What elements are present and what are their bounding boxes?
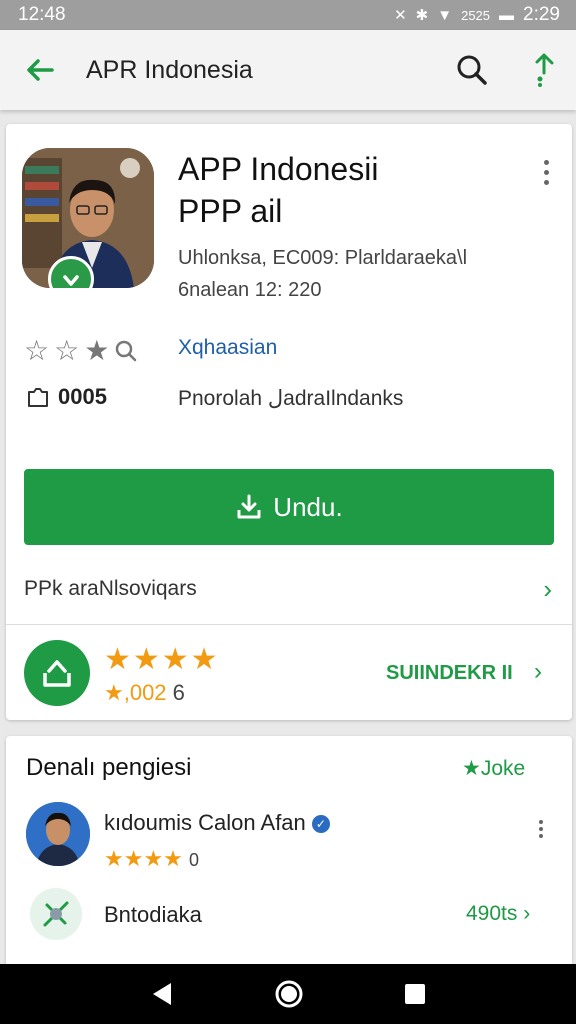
status-time-right: 2:29 (523, 4, 560, 25)
more-info-row[interactable]: PPk araNlsoviqars › (6, 554, 572, 624)
search-small-icon (116, 340, 137, 361)
promo-stars: ★★★★ (104, 643, 220, 676)
battery-icon: ▬ (499, 6, 515, 24)
app-meta-line2: 6nalean 12: 220 (178, 279, 322, 301)
reviewer-name: kıdoumis Calon Afan ✓ (104, 810, 330, 836)
chevron-right-icon[interactable]: › (534, 658, 542, 686)
app-meta-line1: Uhlonksa, EC009: Plarldaraeka\l (178, 247, 468, 269)
list-item-value[interactable]: 490ts › (466, 902, 530, 926)
review-more-button[interactable] (536, 820, 546, 846)
share-button[interactable] (524, 50, 564, 90)
promo-count-suffix: 6 (172, 680, 185, 705)
chevron-right-icon: › (543, 574, 552, 604)
signal-label: 2525 (461, 7, 491, 23)
reviewer-name-text: kıdoumis Calon Afan (104, 810, 306, 835)
category-link[interactable]: Xqhaasian (178, 336, 277, 360)
review-rating-count: 0 (189, 850, 200, 870)
storage-icon (28, 388, 48, 407)
verified-icon: ✓ (311, 815, 330, 834)
nav-recents-icon[interactable] (403, 982, 427, 1006)
more-vert-icon (543, 159, 549, 165)
app-title-line2: PPP ail (178, 193, 283, 229)
promo-row: ★★★★ ★,002 6 SUIINDEKR II › (6, 626, 572, 720)
app-icon (22, 148, 154, 288)
star-outline-icon: ☆ (54, 335, 80, 366)
rating-row: ☆ ☆ ★ (24, 334, 138, 367)
review-item[interactable]: kıdoumis Calon Afan ✓ ★★★★ 0 (26, 802, 566, 872)
system-nav-bar (0, 964, 576, 1024)
promo-count-value: ★,002 (104, 680, 167, 705)
size-value: 0005 (58, 384, 107, 409)
search-button[interactable] (452, 50, 492, 90)
chevron-right-icon: › (523, 902, 531, 925)
app-bar: APR Indonesia (0, 30, 576, 110)
more-vert-dot (543, 179, 549, 185)
list-item[interactable]: Bntodiaka 490ts › (26, 886, 566, 940)
promo-app-icon (24, 640, 90, 706)
status-bar: 12:48 ✕ ✱ ▼ 2525 ▬ 2:29 (0, 0, 576, 30)
search-icon (457, 55, 487, 85)
developer-text: Pnorolah لadraIlndanks (178, 387, 404, 410)
more-vert-dot (539, 827, 543, 831)
wifi-icon: ▼ (437, 6, 453, 24)
review-stars: ★★★★ (104, 846, 183, 871)
nav-home-icon[interactable] (274, 979, 304, 1009)
list-item-value-text: 490ts (466, 902, 518, 925)
reviews-header: Denalı pengiesi (26, 754, 192, 781)
install-button[interactable]: Undu. (24, 469, 554, 545)
reviews-card: Denalı pengiesi ★Joke kıdoumis Calon Afa… (6, 736, 572, 976)
size-row: 0005 (26, 384, 107, 410)
star-outline-icon: ★ (84, 335, 110, 366)
divider (6, 624, 572, 625)
list-item-label: Bntodiaka (104, 902, 202, 927)
more-vert-dot (543, 169, 549, 175)
more-info-label: PPk araNlsoviqars (24, 577, 197, 600)
app-title-line1: APP Indonesii (178, 151, 379, 187)
promo-count: ★,002 6 (104, 680, 185, 706)
avatar (26, 802, 90, 866)
status-time-left: 12:48 (18, 4, 66, 25)
back-button[interactable] (22, 52, 58, 88)
arrow-left-icon (27, 59, 54, 81)
share-icon (535, 53, 554, 87)
bluetooth-icon: ✱ (415, 7, 429, 24)
nav-back-icon[interactable] (149, 981, 175, 1007)
reviews-more-link[interactable]: ★Joke (462, 756, 525, 781)
item-icon (30, 888, 82, 940)
more-vert-dot (539, 834, 543, 838)
more-options-button[interactable] (536, 154, 556, 190)
mute-icon: ✕ (394, 7, 407, 24)
star-outline-icon: ☆ (24, 335, 50, 366)
app-title: APP Indonesii PPP ail (178, 148, 508, 232)
install-icon (237, 494, 261, 519)
page-title: APR Indonesia (86, 56, 253, 84)
more-vert-icon (539, 820, 543, 824)
avatar-portrait (26, 802, 90, 866)
review-rating: ★★★★ 0 (104, 846, 199, 872)
status-icons: ✕ ✱ ▼ 2525 ▬ 2:29 (394, 4, 560, 26)
leaf-icon (43, 901, 69, 927)
upload-box-icon (43, 660, 71, 687)
app-detail-card: APP Indonesii PPP ail Uhlonksa, EC009: P… (6, 124, 572, 720)
app-meta: Uhlonksa, EC009: Plarldaraeka\l 6nalean … (178, 242, 558, 306)
promo-link[interactable]: SUIINDEKR II (386, 662, 513, 685)
install-label: Undu. (273, 491, 343, 522)
